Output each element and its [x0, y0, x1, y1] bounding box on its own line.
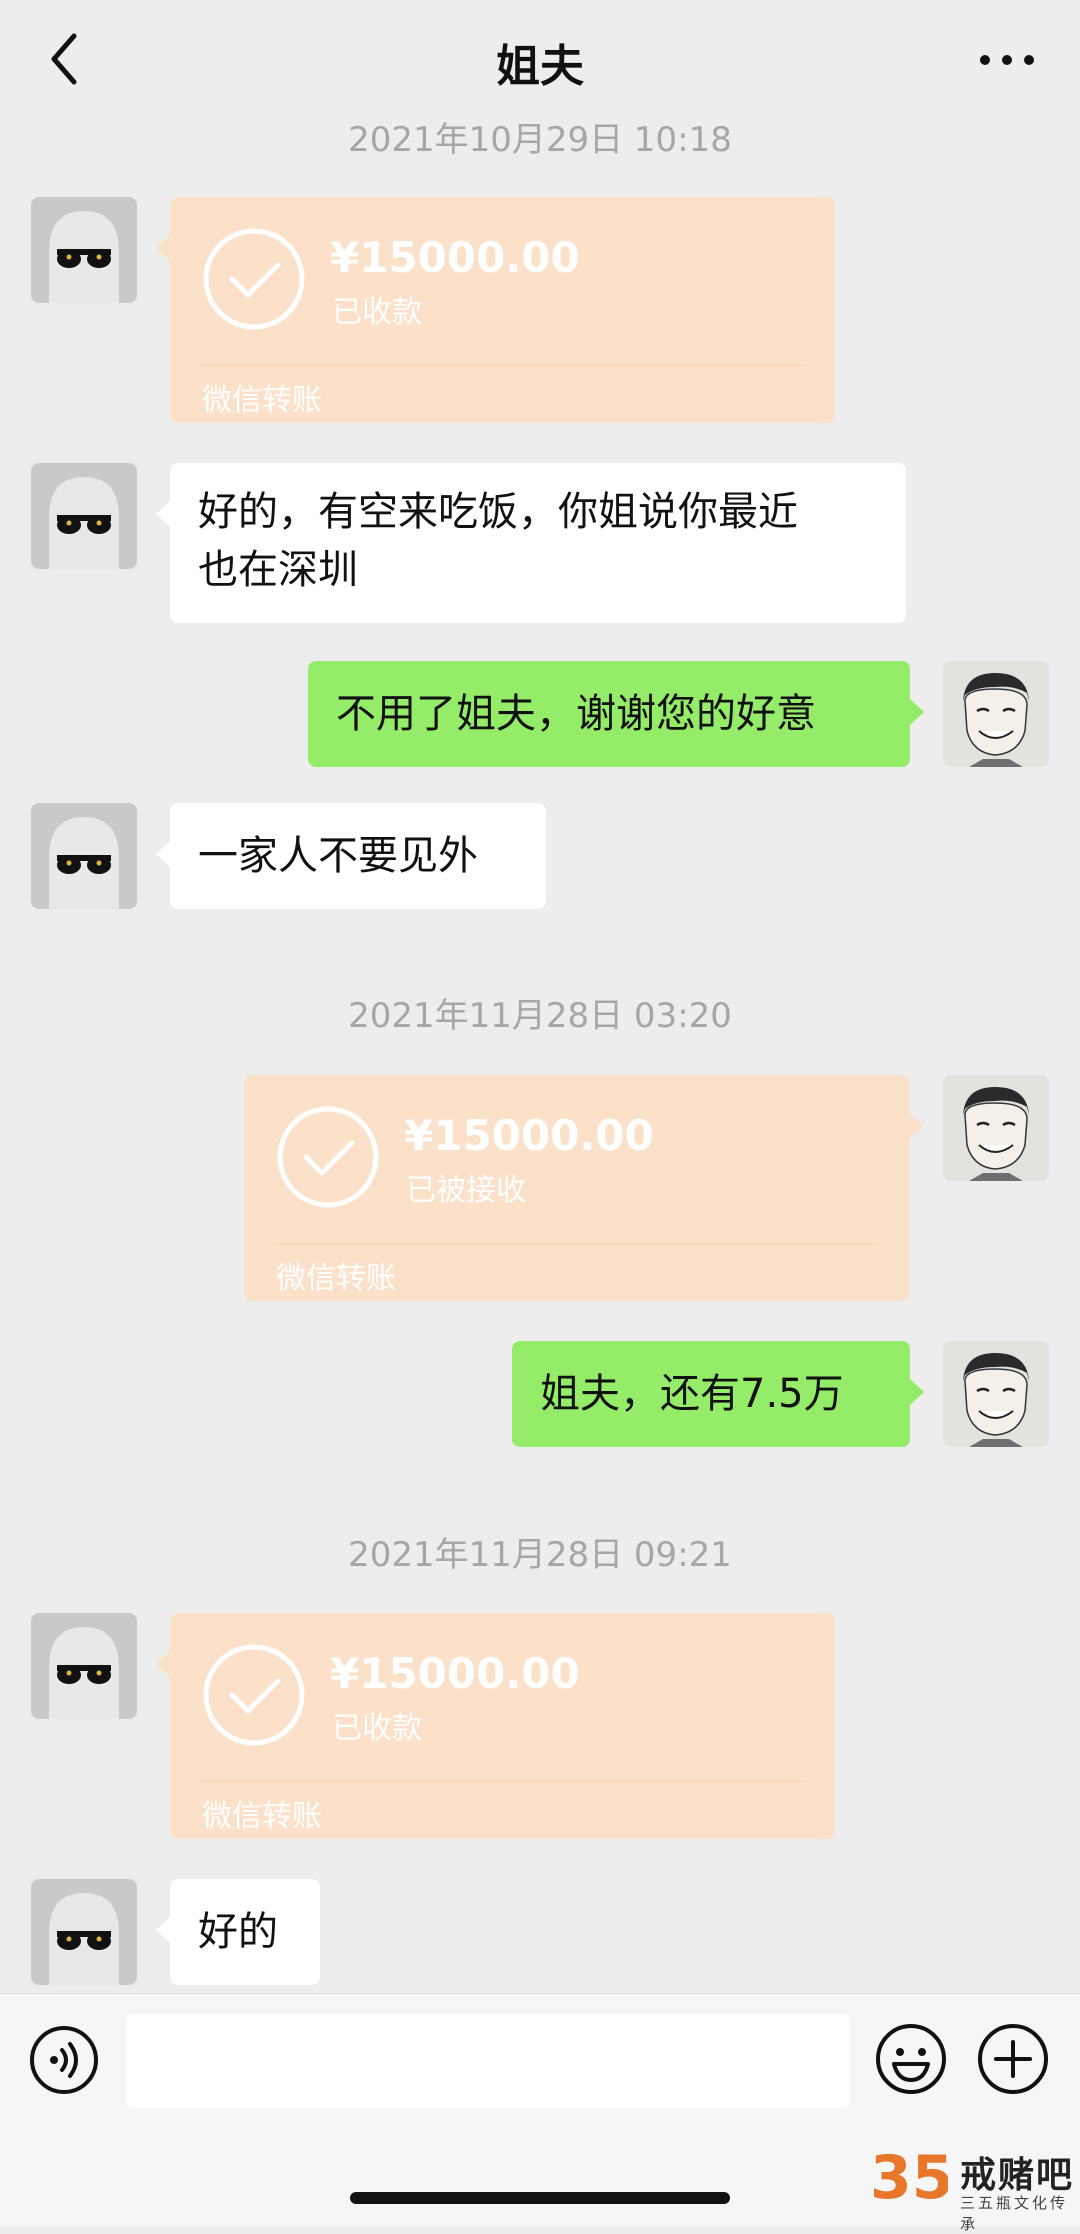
- transfer-amount: ¥15000.00: [330, 233, 580, 282]
- svg-text:35: 35: [870, 2143, 948, 2210]
- watermark-name: 戒赌吧: [960, 2155, 1075, 2196]
- message-input[interactable]: [126, 2014, 850, 2108]
- message-bubble[interactable]: 不用了姐夫，谢谢您的好意: [308, 661, 924, 767]
- contact-avatar[interactable]: [31, 197, 137, 303]
- message-text: 不用了姐夫，谢谢您的好意: [336, 691, 816, 737]
- my-avatar[interactable]: [943, 1075, 1049, 1181]
- message-text: 一家人不要见外: [198, 833, 478, 879]
- transfer-footer: 微信转账: [276, 1261, 396, 1296]
- message-text: 好的，有空来吃饭，你姐说你最近: [198, 489, 798, 535]
- timestamp: 2021年11月28日 09:21: [348, 1535, 732, 1575]
- home-indicator: [350, 2192, 730, 2204]
- transfer-amount: ¥15000.00: [404, 1111, 654, 1160]
- message-bubble[interactable]: 一家人不要见外: [156, 803, 546, 909]
- message-bubble[interactable]: 姐夫，还有7.5万: [512, 1341, 924, 1447]
- transfer-footer: 微信转账: [202, 1799, 322, 1834]
- my-avatar[interactable]: [943, 1341, 1049, 1447]
- transfer-status: 已被接收: [406, 1173, 526, 1208]
- message-text: 也在深圳: [198, 547, 358, 593]
- chat-header: 姐夫: [0, 0, 1080, 120]
- watermark-logo: 35: [870, 2143, 948, 2210]
- more-icon[interactable]: [976, 38, 1038, 82]
- chat-title: 姐夫: [496, 41, 584, 92]
- my-avatar[interactable]: [943, 661, 1049, 767]
- message-text: 姐夫，还有7.5万: [540, 1371, 844, 1417]
- message-bubble[interactable]: 好的: [156, 1879, 320, 1985]
- transfer-footer: 微信转账: [202, 383, 322, 418]
- emoji-icon[interactable]: [874, 2022, 948, 2096]
- contact-avatar[interactable]: [31, 1879, 137, 1985]
- transfer-card[interactable]: ¥15000.00 已收款 微信转账: [156, 197, 835, 423]
- voice-icon[interactable]: [28, 2024, 100, 2096]
- contact-avatar[interactable]: [31, 1613, 137, 1719]
- check-circle-icon: [277, 1106, 379, 1208]
- transfer-card[interactable]: ¥15000.00 已收款 微信转账: [156, 1613, 835, 1839]
- check-circle-icon: [203, 228, 305, 330]
- timestamp: 2021年10月29日 10:18: [348, 120, 732, 160]
- transfer-status: 已收款: [332, 1711, 422, 1746]
- divider: [200, 365, 805, 366]
- watermark-subtitle: 三五瓶文化传承: [960, 2194, 1069, 2233]
- transfer-amount: ¥15000.00: [330, 1649, 580, 1698]
- message-text: 好的: [198, 1909, 278, 1955]
- transfer-status: 已收款: [332, 295, 422, 330]
- plus-icon[interactable]: [976, 2022, 1050, 2096]
- divider: [200, 1781, 805, 1782]
- timestamp: 2021年11月28日 03:20: [348, 996, 732, 1036]
- message-bubble[interactable]: 好的，有空来吃饭，你姐说你最近 也在深圳: [156, 463, 906, 623]
- check-circle-icon: [203, 1644, 305, 1746]
- watermark: 35 戒赌吧 三五瓶文化传承: [868, 2140, 1080, 2233]
- transfer-card[interactable]: ¥15000.00 已被接收 微信转账: [244, 1075, 923, 1301]
- contact-avatar[interactable]: [31, 463, 137, 569]
- divider: [274, 1243, 879, 1244]
- contact-avatar[interactable]: [31, 803, 137, 909]
